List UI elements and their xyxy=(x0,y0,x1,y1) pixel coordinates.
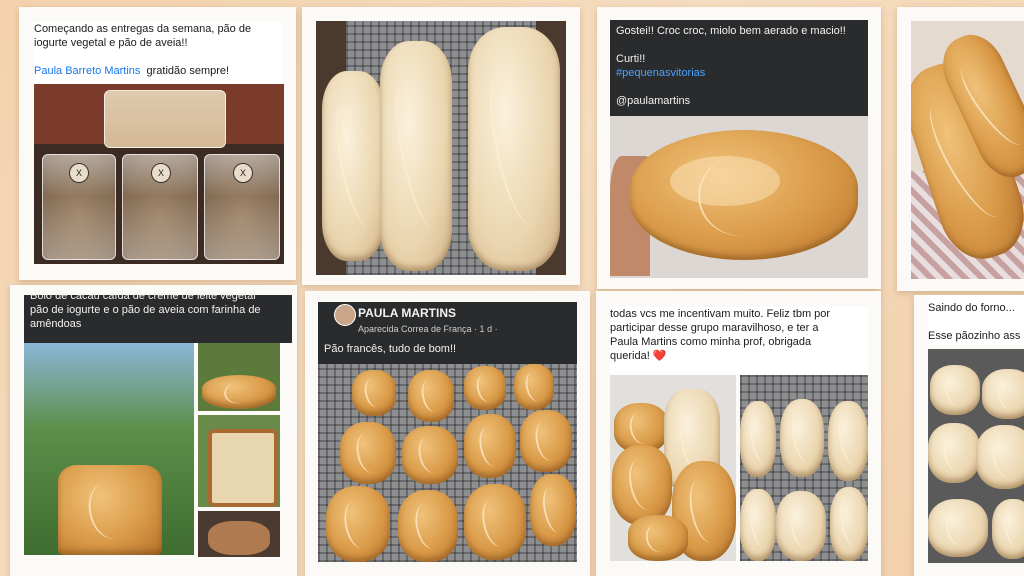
oven-rolls-photo xyxy=(928,349,1024,563)
loaf-slice-photo xyxy=(198,415,280,507)
post-caption: Começando as entregas da semana, pão de … xyxy=(34,22,282,92)
chocolate-cake-photo xyxy=(198,511,280,557)
caption-line: Paula Martins como minha prof, obrigada xyxy=(610,336,812,348)
post-card-pao-frances: PAULA MARTINS Aparecida Correa de França… xyxy=(305,291,590,576)
photo-card-loaves xyxy=(897,7,1024,291)
loaves-photo xyxy=(911,21,1024,279)
caption-line: Bolo de cacau caída de creme de leite ve… xyxy=(30,290,256,302)
avatar[interactable] xyxy=(334,304,356,326)
post-caption: Saindo do forno... Esse pãozinho ass xyxy=(928,295,1024,345)
post-header: PAULA MARTINS Aparecida Correa de França… xyxy=(318,302,577,364)
caption-line: pão de iogurte e o pão de aveia com fari… xyxy=(30,304,261,316)
caption-text: gratidão sempre! xyxy=(146,65,230,77)
post-caption: todas vcs me incentivam muito. Feliz tbm… xyxy=(610,307,868,375)
rolls-tray-photo xyxy=(740,375,868,561)
cake-photo-1 xyxy=(198,343,280,411)
author-name[interactable]: PAULA MARTINS xyxy=(358,306,456,320)
caption-line: querida! xyxy=(610,350,650,362)
post-card-croc: Gostei!! Croc croc, miolo bem aerado e m… xyxy=(597,7,881,289)
sliced-bread-photo xyxy=(610,375,736,561)
photo-card-baguettes xyxy=(302,7,580,285)
bread-bags-photo: X X X xyxy=(34,84,284,264)
caption-line: participar desse grupo maravilhoso, e te… xyxy=(610,322,819,334)
post-card-deliveries: Começando as entregas da semana, pão de … xyxy=(19,7,296,280)
post-card-bolo: Bolo de cacau caída de creme de leite ve… xyxy=(10,285,297,576)
french-rolls-photo xyxy=(318,364,577,562)
caption-line: iogurte vegetal e pão de aveia!! xyxy=(34,37,188,49)
hashtag-link[interactable]: #pequenasvitorias xyxy=(616,66,864,80)
post-card-incentivo: todas vcs me incentivam muito. Feliz tbm… xyxy=(596,291,881,576)
caption-line: Começando as entregas da semana, pão de xyxy=(34,23,252,35)
bread-crumb-photo xyxy=(610,116,868,278)
post-caption: Bolo de cacau caída de creme de leite ve… xyxy=(24,290,292,343)
caption-line: Esse pãozinho ass xyxy=(928,330,1021,342)
post-card-forno: Saindo do forno... Esse pãozinho ass xyxy=(914,295,1024,576)
mention-link[interactable]: Paula Barreto Martins xyxy=(34,65,140,77)
caption-line: todas vcs me incentivam muito. Feliz tbm… xyxy=(610,308,831,320)
baguettes-photo xyxy=(316,21,566,275)
caption-line: Pão francês, tudo de bom!! xyxy=(324,343,457,355)
caption-line: Saindo do forno... xyxy=(928,302,1015,314)
post-caption: Gostei!! Croc croc, miolo bem aerado e m… xyxy=(610,20,868,116)
caption-line: Curti!! xyxy=(616,53,646,65)
handle-link[interactable]: @paulamartins xyxy=(616,94,864,108)
caption-line: amêndoas xyxy=(30,318,82,330)
caption-line: Gostei!! Croc croc, miolo bem aerado e m… xyxy=(616,25,846,37)
heart-emoji: ❤️ xyxy=(652,350,667,362)
post-meta: Aparecida Correa de França · 1 d · xyxy=(358,324,498,334)
bread-garden-photo xyxy=(24,343,194,555)
